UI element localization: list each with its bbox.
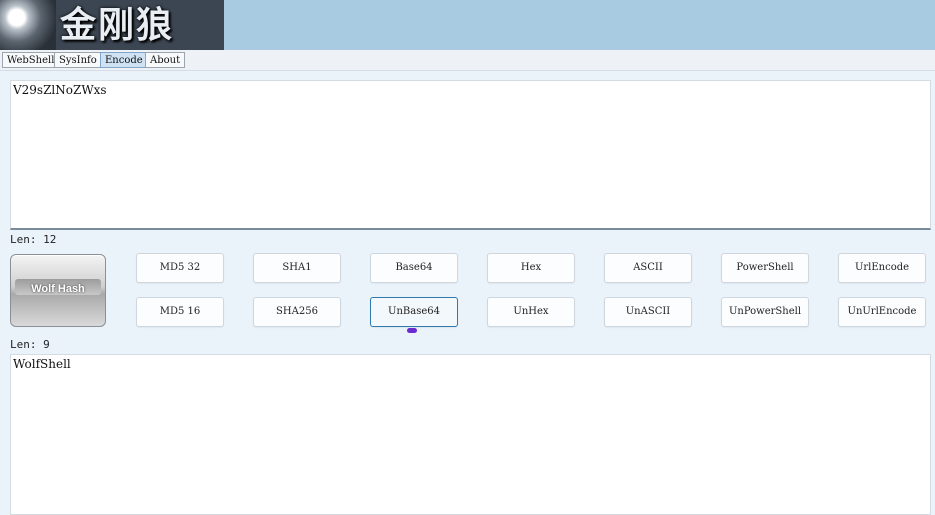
unhex-button[interactable]: UnHex xyxy=(487,297,575,327)
input-textarea[interactable]: V29sZlNoZWxs xyxy=(10,80,931,230)
hex-button[interactable]: Hex xyxy=(487,253,575,283)
logo-text: 金刚狼 xyxy=(60,4,175,46)
cursor-dot-icon xyxy=(407,328,417,333)
header-bar: 金刚狼 xyxy=(0,0,935,50)
wolf-hash-label: Wolf Hash xyxy=(31,283,85,295)
sha1-button[interactable]: SHA1 xyxy=(253,253,341,283)
urlencode-button[interactable]: UrlEncode xyxy=(838,253,926,283)
output-length-label: Len: 9 xyxy=(10,338,50,351)
unurlencode-button[interactable]: UnUrlEncode xyxy=(838,297,926,327)
tab-webshell[interactable]: WebShell xyxy=(2,52,60,68)
ascii-button[interactable]: ASCII xyxy=(604,253,692,283)
wolf-hash-button[interactable]: Wolf Hash xyxy=(10,254,106,327)
unascii-button[interactable]: UnASCII xyxy=(604,297,692,327)
tab-about[interactable]: About xyxy=(145,52,186,68)
logo-banner: 金刚狼 xyxy=(0,0,224,50)
md5-32-button[interactable]: MD5 32 xyxy=(136,253,224,283)
input-length-label: Len: 12 xyxy=(10,233,57,246)
unbase64-button[interactable]: UnBase64 xyxy=(370,297,458,327)
unpowershell-button[interactable]: UnPowerShell xyxy=(721,297,809,327)
sha256-button[interactable]: SHA256 xyxy=(253,297,341,327)
output-textarea[interactable]: WolfShell xyxy=(10,354,931,515)
tab-bar: WebShell SysInfo Encode About xyxy=(0,50,935,71)
wolf-logo-icon xyxy=(0,0,56,50)
md5-16-button[interactable]: MD5 16 xyxy=(136,297,224,327)
powershell-button[interactable]: PowerShell xyxy=(721,253,809,283)
tab-sysinfo[interactable]: SysInfo xyxy=(54,52,102,68)
base64-button[interactable]: Base64 xyxy=(370,253,458,283)
tab-encode[interactable]: Encode xyxy=(100,52,148,68)
